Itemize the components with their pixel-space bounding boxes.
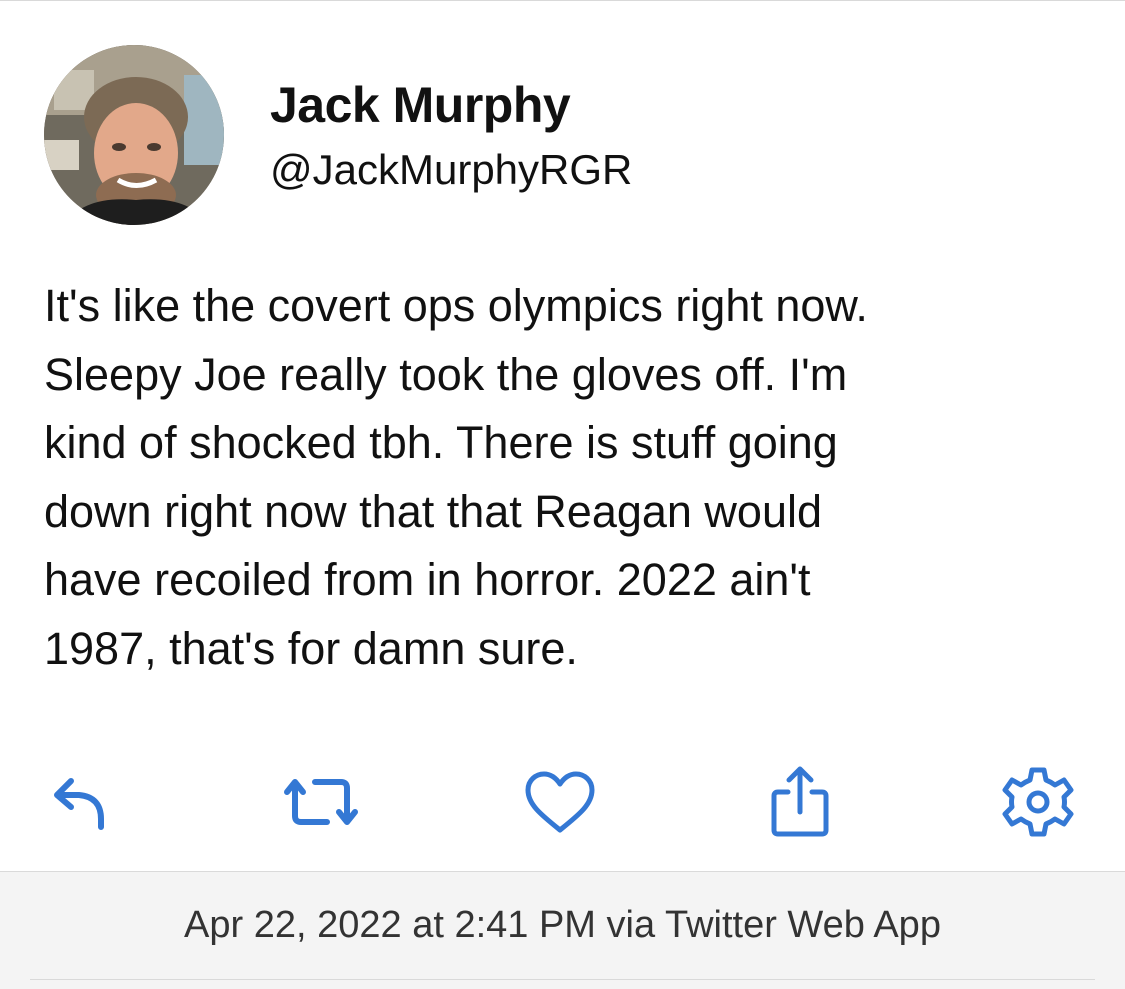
- author-handle[interactable]: @JackMurphyRGR: [270, 146, 632, 194]
- tweet-text-line: down right now that that Reagan would: [44, 485, 823, 537]
- like-button[interactable]: [520, 762, 600, 842]
- tweet-text-line: have recoiled from in horror. 2022 ain't: [44, 554, 811, 605]
- gear-icon: [1002, 767, 1074, 837]
- tweet-text-line: kind of shocked tbh. There is stuff goin…: [44, 417, 838, 468]
- top-divider: [0, 0, 1125, 1]
- tweet-text: It's like the covert ops olympics right …: [44, 272, 1094, 683]
- tweet-text-line: 1987, that's for damn sure.: [44, 622, 578, 674]
- avatar-photo: [44, 45, 224, 225]
- retweet-icon: [284, 779, 358, 825]
- action-bar: [0, 762, 1125, 842]
- heart-icon: [525, 771, 595, 833]
- share-icon: [771, 766, 829, 837]
- retweet-button[interactable]: [281, 762, 361, 842]
- reply-button[interactable]: [40, 762, 120, 842]
- tweet-text-line: Sleepy Joe really took the gloves off. I…: [44, 348, 848, 400]
- reply-icon: [54, 778, 104, 830]
- tweet-detail-view: Jack Murphy @JackMurphyRGR It's like the…: [0, 0, 1125, 989]
- author-display-name[interactable]: Jack Murphy: [270, 76, 571, 134]
- tweet-meta-footer: Apr 22, 2022 at 2:41 PM via Twitter Web …: [0, 871, 1125, 989]
- timestamp-source: Apr 22, 2022 at 2:41 PM via Twitter Web …: [184, 904, 941, 946]
- avatar[interactable]: [44, 45, 224, 225]
- settings-button[interactable]: [998, 762, 1078, 842]
- tweet-text-line: It's like the covert ops olympics right …: [44, 280, 868, 331]
- footer-divider: [30, 979, 1095, 980]
- share-button[interactable]: [760, 762, 840, 842]
